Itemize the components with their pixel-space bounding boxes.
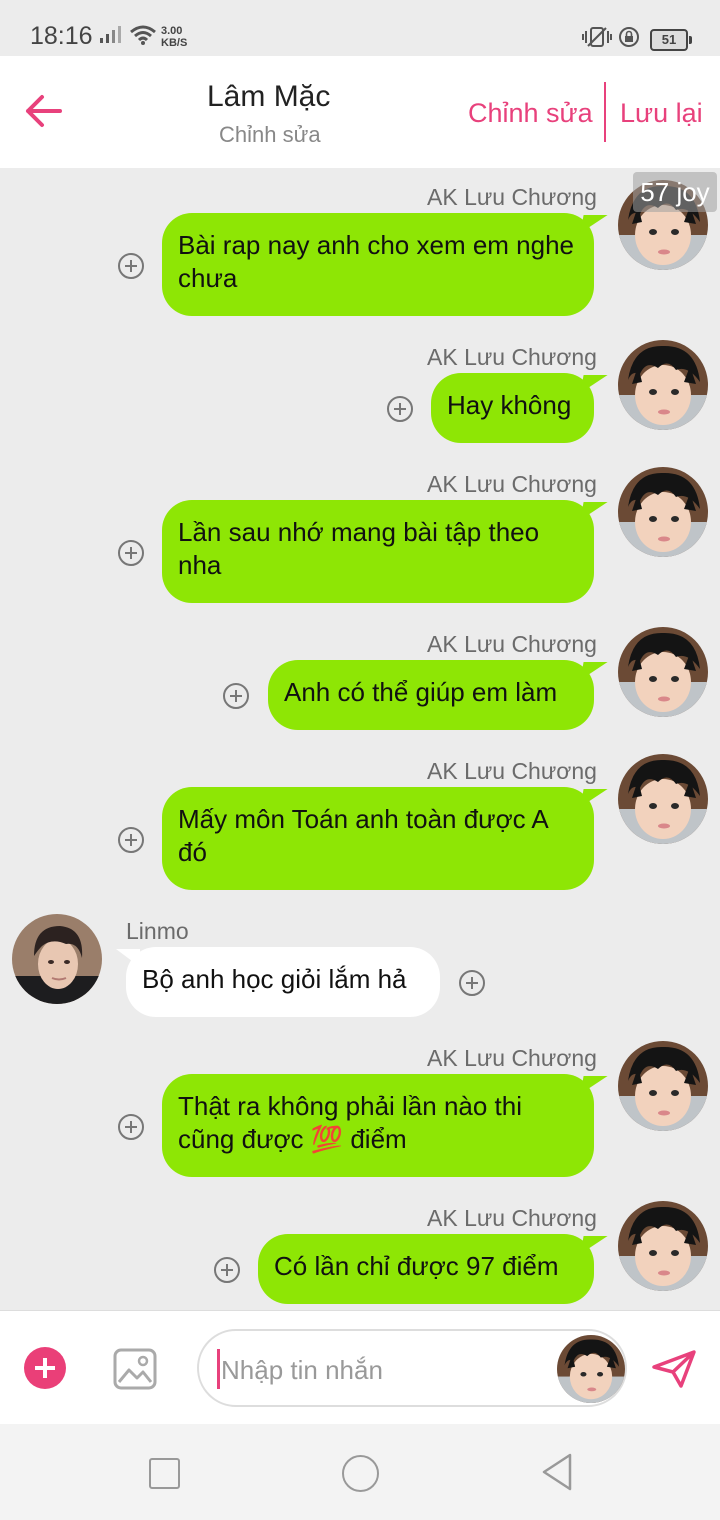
message-bubble[interactable]: Có lần chỉ được 97 điểm [258,1234,594,1304]
add-reaction-icon[interactable] [387,396,413,422]
avatar[interactable] [618,1041,708,1131]
sender-name: Linmo [126,918,189,944]
chat-title: Lâm Mặc [207,80,331,113]
header-divider [604,82,606,142]
wifi-icon [130,25,156,45]
message-input[interactable] [219,1349,543,1391]
add-reaction-icon[interactable] [118,253,144,279]
image-icon[interactable] [113,1348,157,1390]
add-reaction-icon[interactable] [118,540,144,566]
chat-header: Lâm Mặc Chỉnh sửa Chỉnh sửa Lưu lại [0,56,720,168]
avatar[interactable] [618,467,708,557]
home-icon[interactable] [342,1455,379,1492]
avatar[interactable] [618,754,708,844]
back-triangle-icon[interactable] [540,1452,574,1492]
sender-name: AK Lưu Chương [427,184,597,210]
add-reaction-icon[interactable] [214,1257,240,1283]
save-button[interactable]: Lưu lại [620,98,703,129]
message-bubble[interactable]: Bộ anh học giỏi lắm hả [116,947,440,1017]
message-bubble[interactable]: Bài rap nay anh cho xem em nghe chưa [162,213,594,316]
sender-name: AK Lưu Chương [427,344,597,370]
composer-avatar[interactable] [557,1335,625,1403]
chat-subtitle: Chỉnh sửa [219,122,321,147]
add-reaction-icon[interactable] [118,1114,144,1140]
send-icon[interactable] [651,1349,697,1389]
avatar[interactable] [618,340,708,430]
vibrate-icon [582,27,612,47]
battery-indicator: 51 [650,29,692,51]
back-arrow-icon[interactable] [24,94,62,128]
message-composer [0,1310,720,1425]
avatar[interactable] [12,914,102,1004]
add-icon[interactable] [24,1347,66,1389]
system-nav-bar [0,1424,720,1520]
add-reaction-icon[interactable] [459,970,485,996]
status-time: 18:16 [30,22,93,50]
rotation-lock-icon [619,27,639,47]
edit-button[interactable]: Chỉnh sửa [468,98,593,129]
net-speed-unit: KB/S [161,37,188,49]
status-bar: 18:16 3.00 KB/S 51 [0,0,720,56]
net-speed-value: 3.00 [161,25,183,37]
message-input-container[interactable] [197,1329,627,1407]
add-reaction-icon[interactable] [223,683,249,709]
message-bubble[interactable]: Anh có thể giúp em làm [268,660,594,730]
avatar[interactable] [618,627,708,717]
message-bubble[interactable]: Lần sau nhớ mang bài tập theo nha [162,500,594,603]
sender-name: AK Lưu Chương [427,471,597,497]
avatar[interactable] [618,1201,708,1291]
message-bubble[interactable]: Hay không [431,373,594,443]
chat-messages[interactable]: AK Lưu Chương Bài rap nay anh cho xem em… [0,168,720,1310]
signal-icon [100,26,121,43]
message-bubble[interactable]: Mấy môn Toán anh toàn được A đó [162,787,594,890]
recent-apps-icon[interactable] [149,1458,180,1489]
sender-name: AK Lưu Chương [427,1205,597,1231]
message-bubble[interactable]: Thật ra không phải lần nào thi cũng được… [162,1074,594,1177]
sender-name: AK Lưu Chương [427,1045,597,1071]
add-reaction-icon[interactable] [118,827,144,853]
net-speed: 3.00 KB/S [161,25,187,49]
sender-name: AK Lưu Chương [427,758,597,784]
sender-name: AK Lưu Chương [427,631,597,657]
joy-counter: 57 joy [633,172,717,212]
